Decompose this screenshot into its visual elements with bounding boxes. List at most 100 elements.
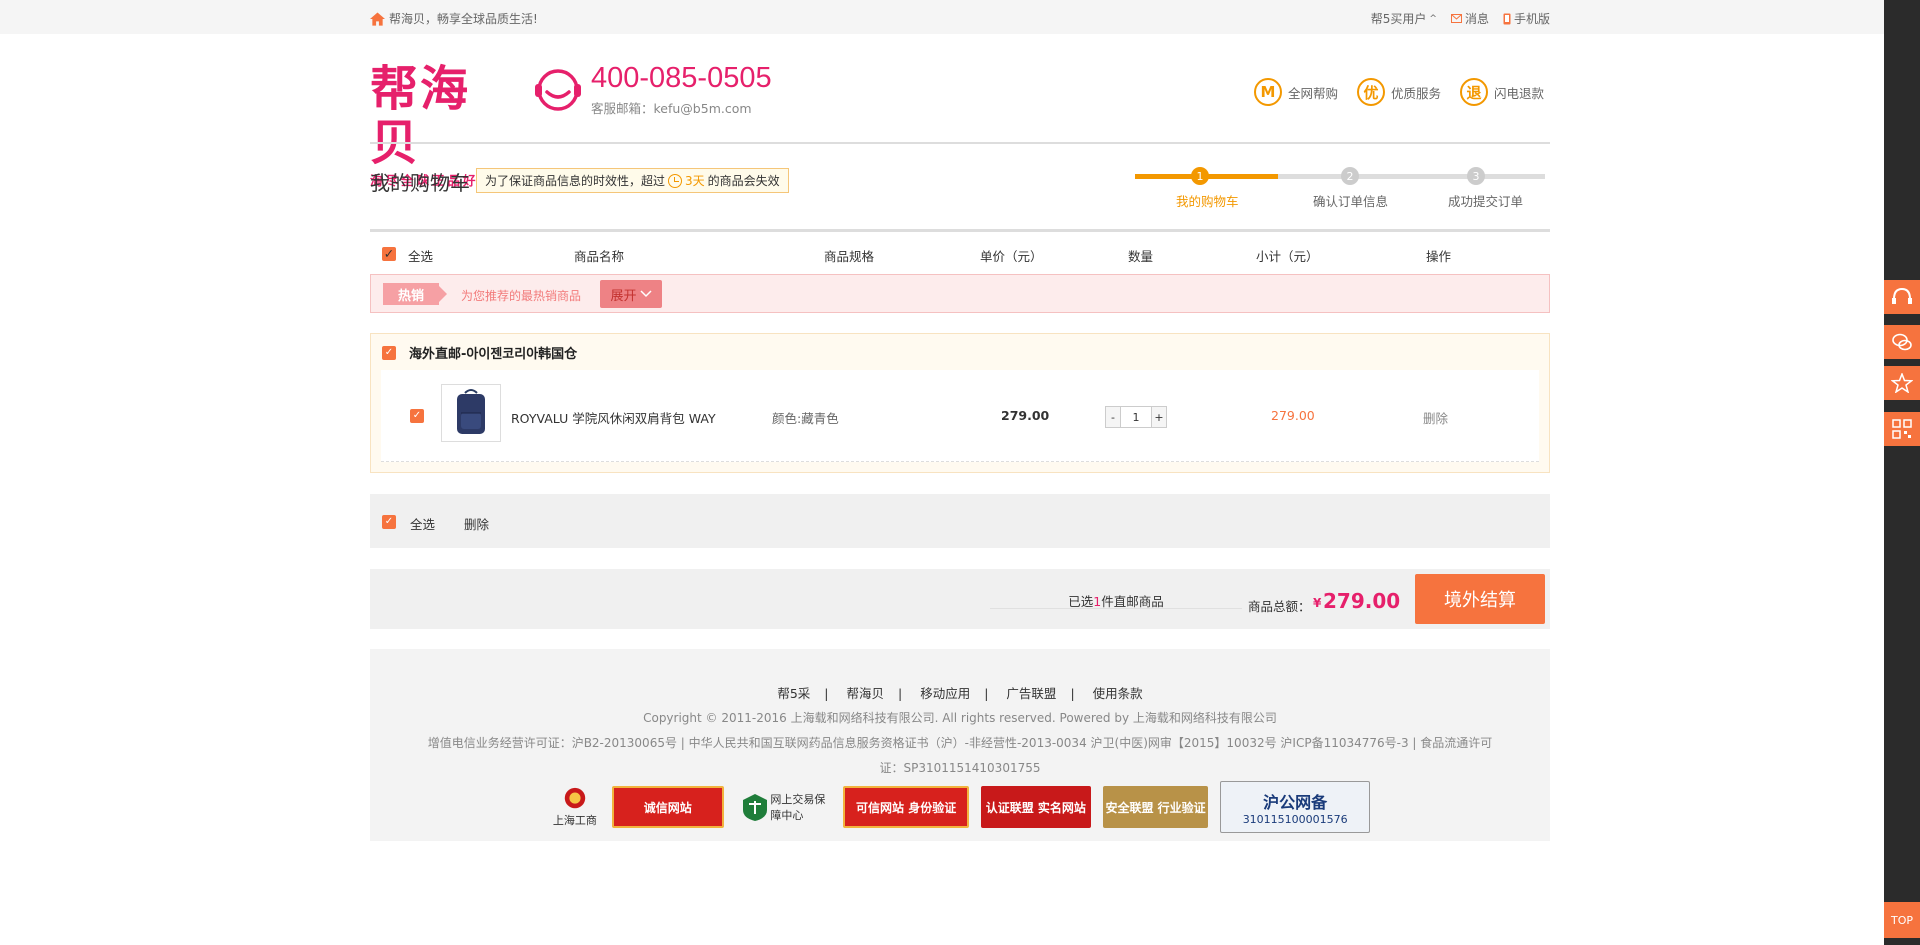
product-subtotal: 279.00 bbox=[1271, 408, 1315, 423]
qrcode-button[interactable] bbox=[1884, 412, 1920, 446]
welcome-text: 帮海贝，畅享全球品质生活! bbox=[389, 12, 538, 26]
total-currency: ¥ bbox=[1313, 596, 1322, 610]
notice-days: 3天 bbox=[685, 174, 705, 188]
product-spec: 颜色:藏青色 bbox=[772, 411, 839, 426]
customer-service-button[interactable] bbox=[1884, 280, 1920, 314]
header-divider bbox=[370, 142, 1550, 144]
qty-decrease-button[interactable]: - bbox=[1105, 406, 1121, 428]
delete-item-link[interactable]: 删除 bbox=[1423, 408, 1448, 427]
qty-increase-button[interactable]: + bbox=[1151, 406, 1167, 428]
badge-security[interactable]: 安全联盟 行业验证 bbox=[1102, 786, 1209, 828]
trust-badges: 上海工商 诚信网站 网上交易保障中心 可信网站 身份验证 认证联盟 实名网站 安… bbox=[550, 779, 1370, 835]
service-refund-icon: 退 bbox=[1460, 78, 1488, 106]
badge-label: 沪公网备 bbox=[1263, 792, 1328, 812]
service-item-shopping: M 全网帮购 bbox=[1254, 78, 1338, 106]
service-item-quality: 优 优质服务 bbox=[1357, 78, 1441, 106]
back-to-top-button[interactable]: TOP bbox=[1884, 902, 1920, 938]
messages-link[interactable]: 消息 bbox=[1450, 10, 1489, 27]
copyright: Copyright © 2011-2016 上海载和网络科技有限公司. All … bbox=[643, 711, 1277, 725]
badge-trusted-site[interactable]: 可信网站 身份验证 bbox=[843, 786, 969, 828]
hotline-number: 400-085-0505 bbox=[591, 62, 772, 94]
site-logo[interactable]: 帮海贝 淘尽全球正品好货 bbox=[370, 62, 512, 188]
checkout-button[interactable]: 境外结算 bbox=[1415, 574, 1545, 624]
wechat-button[interactable] bbox=[1884, 325, 1920, 359]
selected-prefix: 已选 bbox=[1068, 594, 1094, 609]
clock-icon bbox=[668, 173, 683, 188]
back-to-top-label: TOP bbox=[1890, 913, 1913, 927]
col-name: 商品名称 bbox=[574, 249, 625, 264]
favorites-button[interactable] bbox=[1884, 366, 1920, 400]
footer-link[interactable]: 使用条款 bbox=[1093, 686, 1143, 701]
headset-icon bbox=[1892, 287, 1912, 304]
badge-label: 认证联盟 实名网站 bbox=[985, 800, 1086, 815]
batch-select-all-label[interactable]: 全选 bbox=[410, 514, 435, 533]
expiry-notice: 为了保证商品信息的时效性，超过 3天 的商品会失效 bbox=[476, 168, 789, 193]
step-1-label: 我的购物车 bbox=[1176, 194, 1239, 209]
quantity-stepper: - 1 + bbox=[1105, 406, 1167, 428]
step-1-dot: 1 bbox=[1191, 167, 1209, 185]
cart-item-row: ✓ ROYVALU 学院风休闲双肩背包 WAY 颜色:藏青色 279.00 - … bbox=[381, 370, 1539, 462]
notice-suffix: 的商品会失效 bbox=[707, 174, 780, 188]
badge-label: 网上交易保障中心 bbox=[770, 793, 826, 822]
hot-text: 为您推荐的最热销商品 bbox=[461, 289, 582, 303]
selected-suffix: 件直邮商品 bbox=[1101, 594, 1164, 609]
messages-label: 消息 bbox=[1464, 12, 1489, 26]
col-price: 单价（元） bbox=[980, 249, 1043, 264]
top-right-nav: 帮5买用户 ^ 消息 手机版 bbox=[1371, 10, 1550, 27]
product-thumbnail[interactable] bbox=[441, 384, 501, 442]
badge-record-number: 310115100001576 bbox=[1242, 812, 1348, 826]
step-3-label: 成功提交订单 bbox=[1448, 194, 1524, 209]
service-label: 优质服务 bbox=[1391, 85, 1442, 101]
select-all-checkbox[interactable]: ✓ bbox=[382, 247, 396, 261]
service-label: 全网帮购 bbox=[1288, 85, 1339, 101]
chevron-up-icon: ^ bbox=[1429, 13, 1437, 24]
footer-link[interactable]: 帮海贝 bbox=[846, 686, 884, 701]
badge-trade-guarantee[interactable]: 网上交易保障中心 bbox=[736, 786, 832, 828]
site-footer: 帮5采 | 帮海贝 | 移动应用 | 广告联盟 | 使用条款 Copyright © 2… bbox=[370, 649, 1550, 841]
table-top-divider bbox=[370, 229, 1550, 232]
logo-text: 帮海贝 bbox=[370, 61, 471, 171]
footer-links: 帮5采 | 帮海贝 | 移动应用 | 广告联盟 | 使用条款 bbox=[777, 686, 1143, 701]
badge-realname[interactable]: 认证联盟 实名网站 bbox=[980, 786, 1091, 828]
footer-link[interactable]: 移动应用 bbox=[920, 686, 970, 701]
step-3-dot: 3 bbox=[1467, 167, 1485, 185]
mobile-icon bbox=[1503, 13, 1511, 24]
footer-link[interactable]: 帮5采 bbox=[777, 686, 810, 701]
service-m-icon: M bbox=[1254, 78, 1282, 106]
item-checkbox[interactable]: ✓ bbox=[410, 409, 424, 423]
qty-input[interactable]: 1 bbox=[1121, 406, 1151, 428]
badge-shanghai-aic[interactable]: 上海工商 bbox=[550, 786, 600, 828]
col-select-all: 全选 bbox=[408, 249, 434, 264]
checkout-summary-bar: 已选1件直邮商品 商品总额： ¥ 279.00 境外结算 bbox=[370, 569, 1550, 629]
badge-label: 安全联盟 行业验证 bbox=[1105, 800, 1206, 815]
scale-icon bbox=[743, 794, 768, 821]
badge-label: 上海工商 bbox=[552, 814, 597, 827]
shop-group: ✓ 海外直邮-아이젠코리아韩国仓 ✓ ROYVALU 学院风休闲双肩背包 WAY… bbox=[370, 333, 1550, 473]
page-title: 我的购物车 bbox=[370, 171, 470, 195]
user-name: 帮5买用户 bbox=[1370, 12, 1427, 26]
footer-link[interactable]: 广告联盟 bbox=[1006, 686, 1056, 701]
hot-recommend-bar: 热销 为您推荐的最热销商品 展开 bbox=[370, 274, 1550, 313]
backpack-image bbox=[457, 389, 485, 434]
badge-police-record[interactable]: 沪公网备 310115100001576 bbox=[1220, 781, 1370, 833]
product-name[interactable]: ROYVALU 学院风休闲双肩背包 WAY bbox=[511, 408, 716, 427]
top-bar bbox=[0, 0, 1884, 34]
total-amount: 279.00 bbox=[1323, 589, 1401, 613]
service-item-refund: 退 闪电退款 bbox=[1460, 78, 1544, 106]
user-menu[interactable]: 帮5买用户 ^ bbox=[1371, 10, 1437, 27]
col-qty: 数量 bbox=[1128, 249, 1154, 264]
batch-delete-link[interactable]: 删除 bbox=[464, 514, 489, 533]
home-icon[interactable] bbox=[370, 11, 385, 26]
notice-prefix: 为了保证商品信息的时效性，超过 bbox=[485, 174, 666, 188]
batch-select-all-checkbox[interactable]: ✓ bbox=[382, 515, 396, 529]
star-icon bbox=[1891, 373, 1913, 393]
expand-label: 展开 bbox=[610, 288, 637, 304]
shop-checkbox[interactable]: ✓ bbox=[382, 346, 396, 360]
badge-integrity[interactable]: 诚信网站 bbox=[611, 786, 724, 828]
col-action: 操作 bbox=[1426, 249, 1452, 264]
expand-button[interactable]: 展开 bbox=[600, 280, 662, 308]
welcome-area: 帮海贝，畅享全球品质生活! bbox=[370, 10, 538, 27]
batch-action-bar: ✓ 全选 删除 bbox=[370, 494, 1550, 548]
mobile-link[interactable]: 手机版 bbox=[1503, 10, 1550, 27]
total-label: 商品总额： bbox=[1248, 599, 1311, 614]
